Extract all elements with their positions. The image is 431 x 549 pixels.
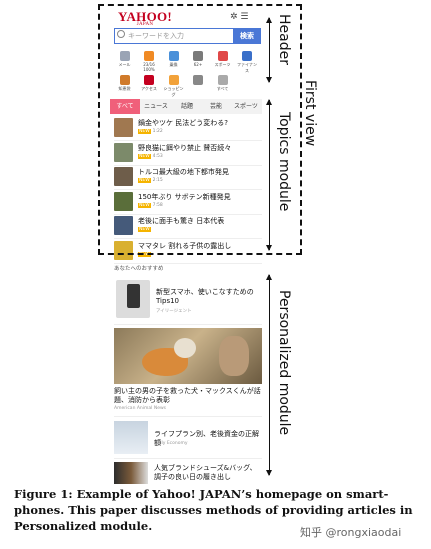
article-title: 飼い主の男の子を救った犬・マックスくんが話題、消防から表彰 bbox=[114, 387, 261, 404]
first-view-box bbox=[98, 4, 302, 255]
article-card[interactable]: 人気ブランドシューズ&バッグ、調子の良い日の履き出し bbox=[114, 460, 262, 484]
header-arrow bbox=[266, 17, 272, 83]
topics-arrow bbox=[266, 99, 272, 251]
article-card[interactable]: 新型スマホ、使いこなすための Tips10 アイリージェント bbox=[114, 276, 262, 325]
article-card[interactable]: 飼い主の男の子を救った犬・マックスくんが話題、消防から表彰 American A… bbox=[114, 326, 262, 417]
article-card[interactable]: ライフプラン別、老後資金の正解額 Daily Economy bbox=[114, 418, 262, 459]
article-title: 人気ブランドシューズ&バッグ、調子の良い日の履き出し bbox=[154, 464, 257, 481]
personalized-arrow bbox=[266, 274, 272, 476]
dog-photo bbox=[114, 328, 262, 384]
topics-module-label: Topics module bbox=[276, 112, 292, 212]
watermark: 知乎 @rongxiaodai bbox=[300, 526, 402, 539]
personalized-module-label: Personalized module bbox=[276, 290, 292, 436]
article-source: American Animal News bbox=[114, 406, 167, 411]
article-source: アイリージェント bbox=[156, 309, 192, 314]
article-source: Daily Economy bbox=[154, 441, 188, 446]
first-view-label: First view bbox=[302, 80, 318, 147]
recommendation-heading: あなたへのおすすめ bbox=[114, 266, 164, 272]
smartphone-thumbnail bbox=[116, 280, 150, 318]
header-label: Header bbox=[276, 14, 292, 65]
shoes-thumbnail bbox=[114, 462, 148, 484]
article-title: 新型スマホ、使いこなすための Tips10 bbox=[156, 288, 254, 305]
family-thumbnail bbox=[114, 421, 148, 454]
